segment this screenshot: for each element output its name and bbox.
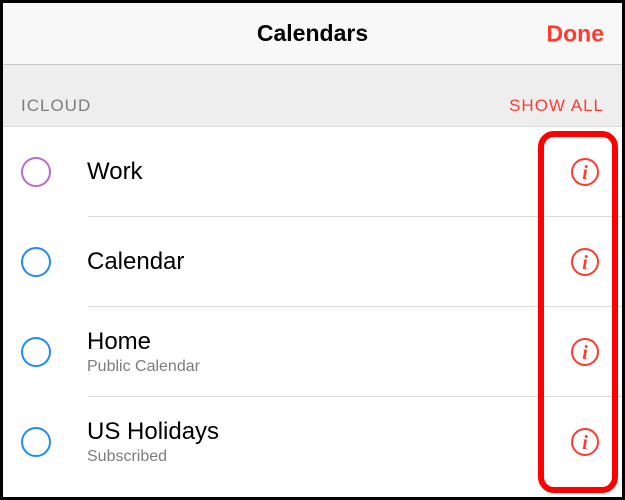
calendar-name: Home bbox=[87, 328, 512, 357]
section-header-icloud: ICLOUD SHOW ALL bbox=[3, 65, 622, 127]
row-text: Calendar bbox=[87, 248, 622, 277]
checkbox-icon[interactable] bbox=[21, 337, 51, 367]
calendar-row-us-holidays[interactable]: US Holidays Subscribed i bbox=[3, 397, 622, 487]
calendar-name: US Holidays bbox=[87, 418, 512, 447]
row-text: Home Public Calendar bbox=[87, 328, 622, 377]
navbar-title: Calendars bbox=[257, 20, 368, 47]
calendar-list: Work i Calendar i bbox=[3, 127, 622, 487]
checkbox-icon[interactable] bbox=[21, 157, 51, 187]
app-frame: Calendars Done ICLOUD SHOW ALL Work i Ca… bbox=[0, 0, 625, 500]
calendar-row-home[interactable]: Home Public Calendar i bbox=[3, 307, 622, 397]
info-icon: i bbox=[570, 337, 600, 367]
info-button[interactable]: i bbox=[570, 157, 600, 187]
svg-text:i: i bbox=[582, 252, 588, 274]
calendar-row-work[interactable]: Work i bbox=[3, 127, 622, 217]
info-icon: i bbox=[570, 157, 600, 187]
section-header-label: ICLOUD bbox=[21, 96, 91, 116]
done-button[interactable]: Done bbox=[547, 20, 605, 47]
calendar-name: Calendar bbox=[87, 248, 512, 277]
checkbox-icon[interactable] bbox=[21, 427, 51, 457]
calendar-name: Work bbox=[87, 158, 512, 187]
calendar-subtitle: Subscribed bbox=[87, 448, 512, 466]
svg-text:i: i bbox=[582, 432, 588, 454]
calendar-subtitle: Public Calendar bbox=[87, 358, 512, 376]
info-button[interactable]: i bbox=[570, 337, 600, 367]
svg-text:i: i bbox=[582, 342, 588, 364]
svg-text:i: i bbox=[582, 162, 588, 184]
row-text: US Holidays Subscribed bbox=[87, 418, 622, 467]
show-all-button[interactable]: SHOW ALL bbox=[509, 96, 604, 116]
navbar: Calendars Done bbox=[3, 3, 622, 65]
info-button[interactable]: i bbox=[570, 247, 600, 277]
checkbox-icon[interactable] bbox=[21, 247, 51, 277]
info-icon: i bbox=[570, 427, 600, 457]
info-button[interactable]: i bbox=[570, 427, 600, 457]
calendar-row-calendar[interactable]: Calendar i bbox=[3, 217, 622, 307]
row-text: Work bbox=[87, 158, 622, 187]
info-icon: i bbox=[570, 247, 600, 277]
